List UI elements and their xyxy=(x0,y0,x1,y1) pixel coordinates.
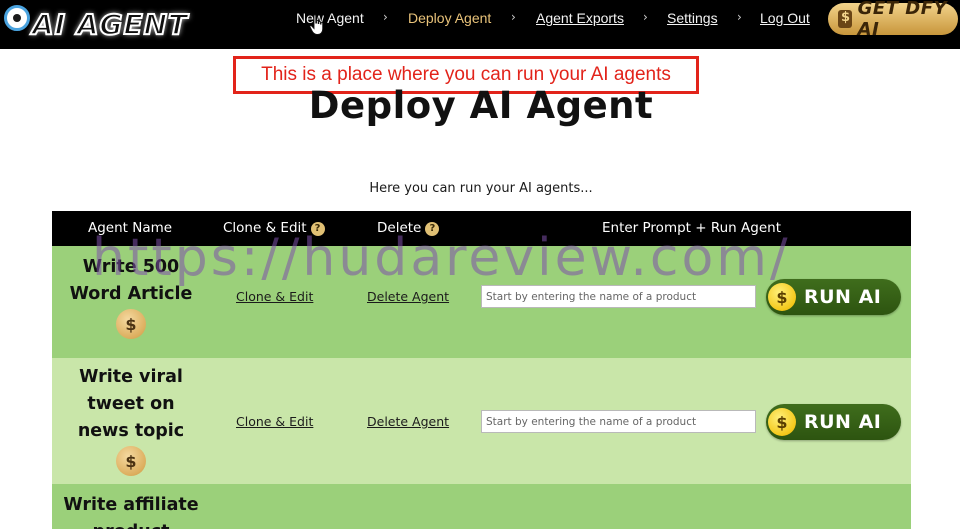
clone-edit-link[interactable]: Clone & Edit xyxy=(236,414,313,429)
agent-name: Write viral tweet on news topic xyxy=(52,364,210,445)
run-ai-label: RUN AI xyxy=(804,286,882,308)
table-header: Agent Name Clone & Edit? Delete? Enter P… xyxy=(52,211,911,246)
column-header-delete: Delete? xyxy=(377,220,440,236)
table-row: Write affiliate product xyxy=(52,484,911,529)
page-subtitle: Here you can run your AI agents... xyxy=(369,181,593,196)
clone-edit-link[interactable]: Clone & Edit xyxy=(236,289,313,304)
get-dfy-ai-label: GET DFY AI xyxy=(857,0,948,40)
dollar-coin-icon: $ xyxy=(116,309,146,339)
agents-table: Agent Name Clone & Edit? Delete? Enter P… xyxy=(52,211,911,529)
annotation-text: This is a place where you can run your A… xyxy=(261,64,671,85)
column-header-agent-name: Agent Name xyxy=(88,220,173,236)
agent-name: Write affiliate product xyxy=(52,492,210,529)
agent-name-line: tweet on xyxy=(87,394,175,414)
column-header-delete-label: Delete xyxy=(377,220,422,236)
agent-name-line: news topic xyxy=(77,421,185,441)
agent-name-line: Write viral xyxy=(79,367,183,387)
top-nav-bar: AI AGENT New Agent › Deploy Agent › Agen… xyxy=(0,0,960,49)
chevron-right-icon: › xyxy=(643,10,648,24)
dollar-coin-icon: $ xyxy=(768,283,796,311)
delete-agent-link[interactable]: Delete Agent xyxy=(367,289,449,304)
agent-name-line: product xyxy=(52,519,210,529)
delete-agent-link[interactable]: Delete Agent xyxy=(367,414,449,429)
question-circle-icon[interactable]: ? xyxy=(425,222,440,236)
run-ai-button[interactable]: $ RUN AI xyxy=(766,404,901,440)
table-row: Write 500 Word Article $ Clone & Edit De… xyxy=(52,246,911,358)
nav-settings[interactable]: Settings xyxy=(667,10,718,26)
table-row: Write viral tweet on news topic $ Clone … xyxy=(52,358,911,484)
get-dfy-ai-button[interactable]: GET DFY AI xyxy=(828,0,958,40)
nav-log-out[interactable]: Log Out xyxy=(760,10,810,26)
dollar-bag-icon xyxy=(838,10,852,28)
question-circle-icon[interactable]: ? xyxy=(310,222,325,236)
chevron-right-icon: › xyxy=(383,10,388,24)
app-logo[interactable]: AI AGENT xyxy=(4,4,188,44)
nav-agent-exports[interactable]: Agent Exports xyxy=(536,10,624,26)
dollar-coin-icon: $ xyxy=(768,408,796,436)
run-ai-label: RUN AI xyxy=(804,411,882,433)
prompt-input[interactable] xyxy=(481,285,756,308)
hand-pointer-icon xyxy=(309,14,324,35)
agent-name-line: Write affiliate xyxy=(63,495,199,515)
page-title: Deploy AI Agent xyxy=(308,84,654,127)
chevron-right-icon: › xyxy=(511,10,516,24)
run-ai-button[interactable]: $ RUN AI xyxy=(766,279,901,315)
column-header-prompt-run: Enter Prompt + Run Agent xyxy=(602,220,781,236)
agent-name: Write 500 Word Article xyxy=(52,254,210,308)
logo-text: AI AGENT xyxy=(31,7,189,42)
column-header-clone-edit-label: Clone & Edit xyxy=(223,220,307,236)
agent-name-line: Word Article xyxy=(69,284,193,304)
chevron-right-icon: › xyxy=(737,10,742,24)
column-header-clone-edit: Clone & Edit? xyxy=(223,220,325,236)
robot-eye-icon xyxy=(4,5,30,31)
nav-deploy-agent[interactable]: Deploy Agent xyxy=(408,10,491,26)
agent-name-line: Write 500 xyxy=(82,257,180,277)
nav-new-agent[interactable]: New Agent xyxy=(296,10,364,26)
prompt-input[interactable] xyxy=(481,410,756,433)
dollar-coin-icon: $ xyxy=(116,446,146,476)
